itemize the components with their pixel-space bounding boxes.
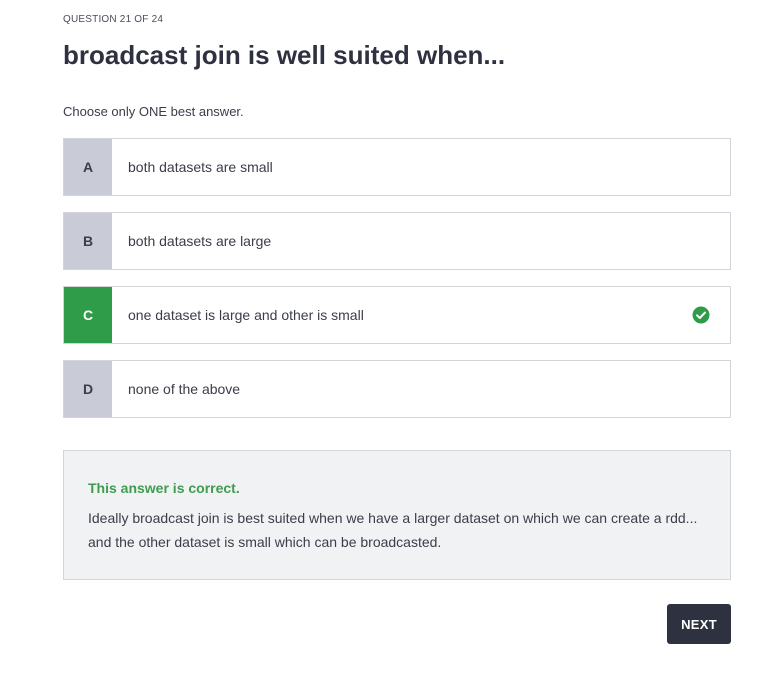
option-letter: D <box>64 361 112 417</box>
option-letter: B <box>64 213 112 269</box>
feedback-explanation: Ideally broadcast join is best suited wh… <box>88 510 698 550</box>
question-title: broadcast join is well suited when... <box>63 40 506 70</box>
option-text: both datasets are large <box>128 233 272 249</box>
feedback-title: This answer is correct. <box>88 480 240 496</box>
answer-options: A both datasets are small B both dataset… <box>63 138 731 434</box>
option-letter: A <box>64 139 112 195</box>
answer-option-c[interactable]: C one dataset is large and other is smal… <box>63 286 731 344</box>
answer-option-b[interactable]: B both datasets are large <box>63 212 731 270</box>
next-button[interactable]: NEXT <box>667 604 731 644</box>
option-letter: C <box>64 287 112 343</box>
option-text: both datasets are small <box>128 159 273 175</box>
answer-option-a[interactable]: A both datasets are small <box>63 138 731 196</box>
check-circle-icon <box>692 306 710 324</box>
option-text: none of the above <box>128 381 241 397</box>
answer-option-d[interactable]: D none of the above <box>63 360 731 418</box>
answer-instruction: Choose only ONE best answer. <box>63 104 244 119</box>
question-progress: QUESTION 21 OF 24 <box>63 14 164 25</box>
option-text: one dataset is large and other is small <box>128 307 364 323</box>
feedback-panel: This answer is correct. Ideally broadcas… <box>63 450 731 580</box>
